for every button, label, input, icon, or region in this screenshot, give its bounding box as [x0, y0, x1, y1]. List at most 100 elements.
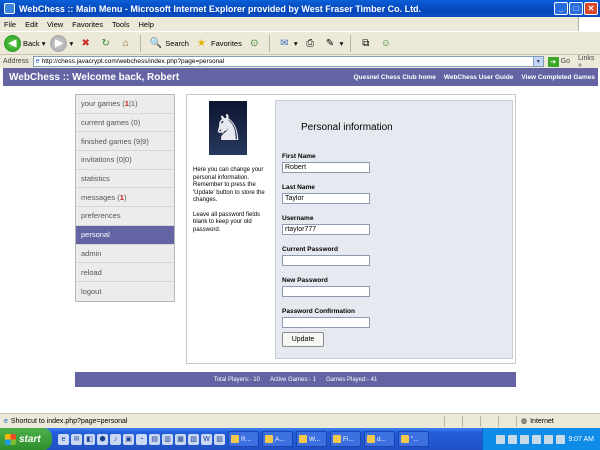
menu-tools[interactable]: Tools: [112, 20, 130, 29]
taskbar-button[interactable]: d...: [364, 431, 395, 447]
quick-launch-icon[interactable]: ◧: [84, 433, 95, 445]
link-completed-games[interactable]: View Completed Games: [521, 74, 595, 81]
back-button[interactable]: ◀ Back ▾: [4, 34, 46, 52]
first-name-field[interactable]: [282, 162, 370, 173]
taskbar-button[interactable]: R...: [228, 431, 259, 447]
quick-launch-icon[interactable]: ▨: [214, 433, 225, 445]
taskbar-button[interactable]: W...: [296, 431, 327, 447]
sidebar-item-current-games[interactable]: current games (0): [76, 113, 174, 133]
link-quesnel-chess-club[interactable]: Quesnel Chess Club home: [353, 74, 435, 81]
home-icon[interactable]: ⌂: [118, 36, 133, 51]
stats-footer: Total Players:- 10 Active Games:- 1 Game…: [75, 372, 516, 387]
taskbar-button[interactable]: Fi...: [330, 431, 361, 447]
maximize-button[interactable]: □: [569, 2, 583, 15]
search-button[interactable]: 🔍 Search: [148, 36, 189, 51]
mail-button[interactable]: ✉ ▾: [277, 36, 298, 51]
sidebar-item-personal[interactable]: personal: [76, 225, 174, 245]
quick-launch-icon[interactable]: ▥: [162, 433, 173, 445]
sidebar-item-preferences[interactable]: preferences: [76, 207, 174, 226]
media-icon[interactable]: ⊙: [247, 36, 262, 51]
address-dropdown-icon[interactable]: ▾: [533, 56, 544, 67]
quick-launch-icon[interactable]: ▧: [188, 433, 199, 445]
tray-icon[interactable]: [496, 434, 506, 444]
stop-icon[interactable]: ✖: [78, 36, 93, 51]
tray-icon[interactable]: [520, 434, 530, 444]
link-user-guide[interactable]: WebChess User Guide: [444, 74, 514, 81]
last-name-field[interactable]: [282, 193, 370, 204]
minimize-button[interactable]: _: [554, 2, 568, 15]
forward-dropdown-icon[interactable]: ▾: [69, 39, 73, 48]
menu-view[interactable]: View: [47, 20, 63, 29]
edit-dropdown-icon[interactable]: ▾: [340, 39, 344, 48]
discuss-icon[interactable]: ⧉: [358, 36, 373, 51]
current-password-field[interactable]: [282, 255, 370, 266]
menu-file[interactable]: File: [4, 20, 16, 29]
sidebar-item-finished-games[interactable]: finished games (9|9): [76, 132, 174, 152]
quick-launch-icon[interactable]: ⬢: [97, 433, 108, 445]
menu-help[interactable]: Help: [139, 20, 154, 29]
go-label: Go: [560, 58, 571, 65]
menu-edit[interactable]: Edit: [25, 20, 38, 29]
menu-favorites[interactable]: Favorites: [72, 20, 103, 29]
quick-launch-icon[interactable]: e: [58, 433, 69, 445]
task-label: W...: [309, 435, 321, 443]
status-cell: [444, 415, 462, 427]
search-label: Search: [165, 38, 189, 48]
start-label: start: [19, 433, 41, 445]
taskbar-button[interactable]: A...: [262, 431, 293, 447]
sidebar-item-label: your games (: [81, 99, 125, 109]
edit-button[interactable]: ✎ ▾: [323, 36, 344, 51]
back-dropdown-icon[interactable]: ▾: [42, 39, 46, 48]
page-title: WebChess :: Welcome back, Robert: [9, 71, 180, 83]
favorites-button[interactable]: ★ Favorites: [194, 36, 242, 51]
sidebar-item-your-games[interactable]: your games (1 | 1): [76, 95, 174, 114]
count-close: ): [135, 99, 138, 109]
links-label: Links: [578, 54, 595, 62]
sidebar-item-logout[interactable]: logout: [76, 281, 174, 301]
mail-dropdown-icon[interactable]: ▾: [294, 39, 298, 48]
links-button[interactable]: Links »: [578, 55, 600, 69]
task-app-icon: [333, 435, 341, 443]
sidebar-menu: your games (1 | 1) current games (0) finis…: [75, 94, 175, 302]
status-cell: [480, 415, 498, 427]
address-input[interactable]: e http://chess.javacrypt.com/webchess/in…: [32, 56, 534, 67]
password-confirmation-field[interactable]: [282, 317, 370, 328]
forward-button[interactable]: ▶ ▾: [50, 34, 73, 52]
close-button[interactable]: ✕: [584, 2, 598, 15]
personal-info-form: Personal information First Name Last Nam…: [275, 100, 513, 359]
knight-image: ♞: [209, 101, 247, 155]
sidebar-item-reload[interactable]: reload: [76, 263, 174, 282]
refresh-icon[interactable]: ↻: [98, 36, 113, 51]
new-password-field[interactable]: [282, 286, 370, 297]
quick-launch-icon[interactable]: ✉: [71, 433, 82, 445]
tray-icon[interactable]: [532, 434, 542, 444]
quick-launch-icon[interactable]: ♪: [110, 433, 121, 445]
taskbar-button[interactable]: "...: [398, 431, 429, 447]
ie-app-icon: [4, 3, 15, 14]
messenger-icon[interactable]: ☺: [378, 36, 393, 51]
quick-launch-icon[interactable]: ▤: [149, 433, 160, 445]
quick-launch-icon[interactable]: ▣: [123, 433, 134, 445]
quick-launch-icon[interactable]: ◔: [136, 433, 147, 445]
personal-panel: ♞ Here you can change your personal info…: [186, 94, 516, 364]
sidebar-item-admin[interactable]: admin: [76, 244, 174, 264]
quick-launch-icon[interactable]: ▦: [175, 433, 186, 445]
tray-icon[interactable]: [544, 434, 554, 444]
task-app-icon: [231, 435, 239, 443]
tray-icon[interactable]: [508, 434, 518, 444]
sidebar-item-messages[interactable]: messages (1): [76, 188, 174, 208]
back-arrow-icon: ◀: [4, 34, 21, 52]
count-close: ): [123, 192, 127, 202]
windows-logo-icon: [578, 17, 600, 31]
start-button[interactable]: start: [0, 428, 52, 450]
print-icon[interactable]: ⎙: [303, 36, 318, 51]
sidebar-item-statistics[interactable]: statistics: [76, 169, 174, 189]
username-field[interactable]: [282, 224, 370, 235]
task-label: R...: [241, 435, 252, 443]
address-url: http://chess.javacrypt.com/webchess/inde…: [41, 58, 225, 65]
tray-icon[interactable]: [556, 434, 566, 444]
sidebar-item-invitations[interactable]: invitations (0|0): [76, 151, 174, 170]
quick-launch-icon[interactable]: W: [201, 433, 212, 445]
update-button[interactable]: Update: [282, 332, 324, 347]
go-button[interactable]: ➔ Go: [547, 56, 571, 67]
